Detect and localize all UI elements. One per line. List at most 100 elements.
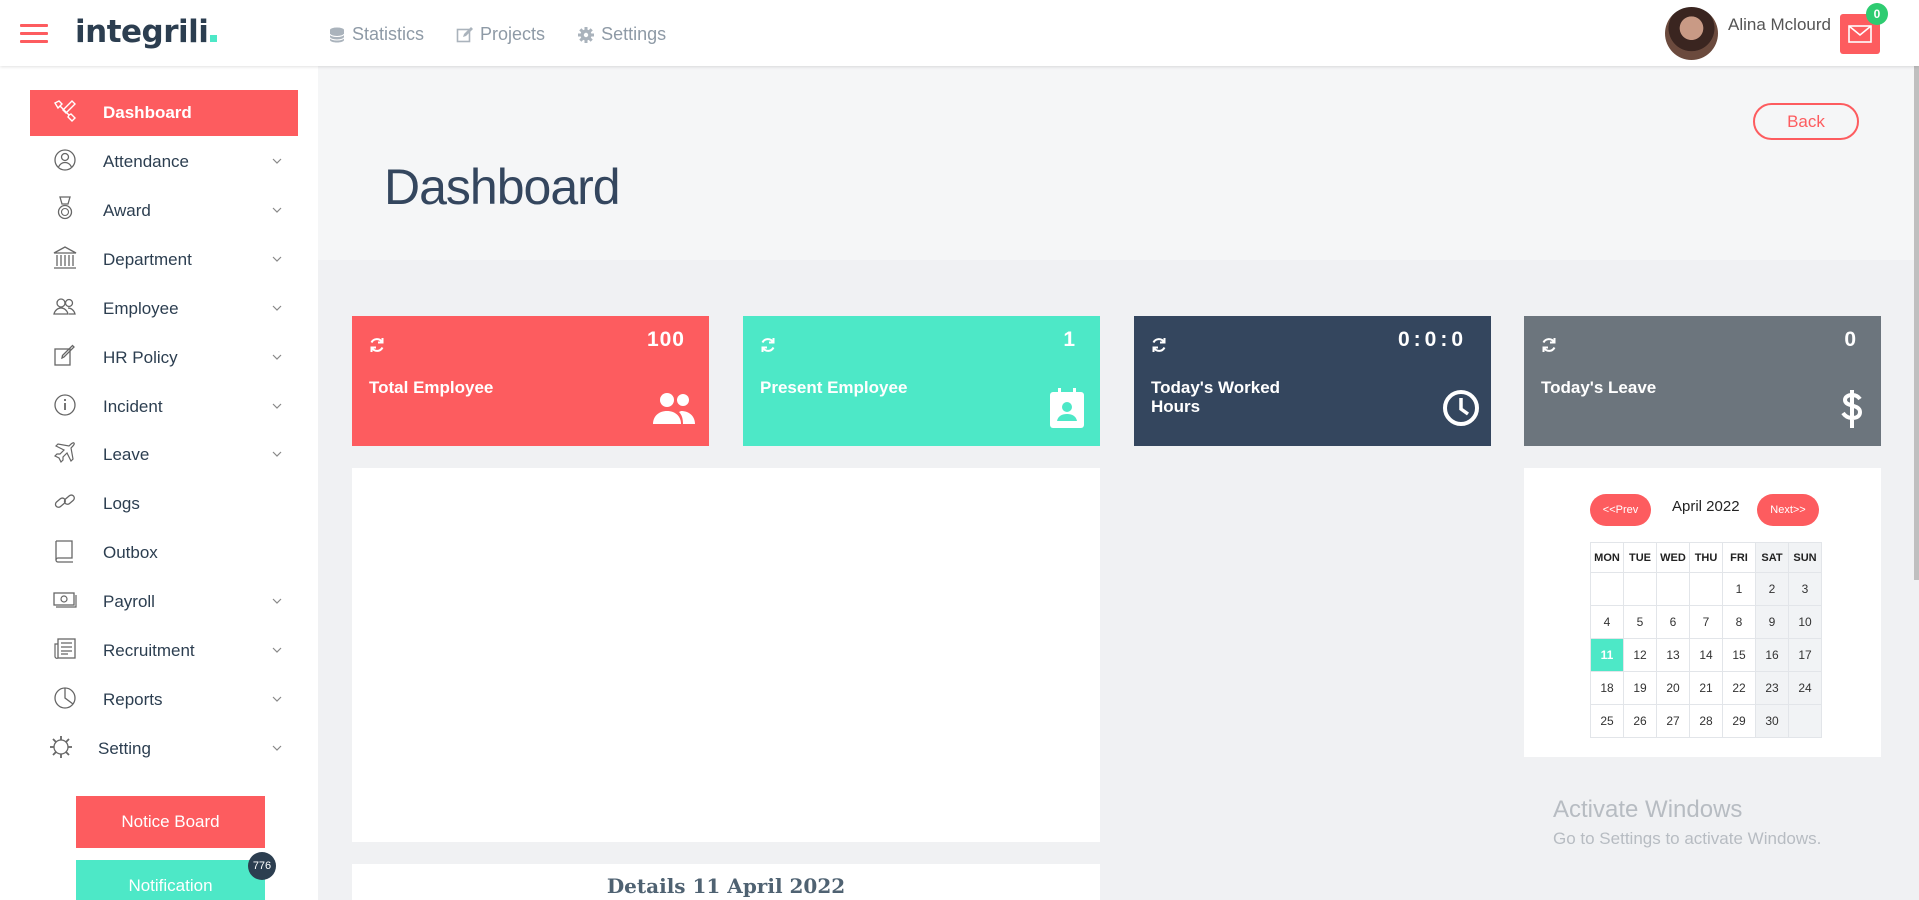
calendar-day[interactable]: 2 bbox=[1755, 572, 1789, 606]
page-title: Dashboard bbox=[384, 159, 621, 215]
calendar-day[interactable]: 18 bbox=[1590, 671, 1624, 705]
calendar-day[interactable]: 12 bbox=[1623, 638, 1657, 672]
mail-count-badge: 0 bbox=[1866, 3, 1888, 25]
refresh-icon[interactable] bbox=[1540, 336, 1558, 354]
user-profile[interactable]: Alina Mclourd bbox=[1665, 7, 1831, 60]
calendar-day[interactable]: 6 bbox=[1656, 605, 1690, 639]
sidebar-item-employee[interactable]: Employee bbox=[30, 286, 298, 332]
calendar-day[interactable]: 5 bbox=[1623, 605, 1657, 639]
topnav-statistics[interactable]: Statistics bbox=[328, 24, 424, 45]
calendar-day[interactable]: 3 bbox=[1788, 572, 1822, 606]
dollar-icon bbox=[1841, 390, 1863, 428]
sidebar-item-award[interactable]: Award bbox=[30, 188, 298, 234]
plane-icon bbox=[53, 442, 75, 464]
hamburger-menu-icon[interactable] bbox=[20, 24, 48, 44]
calendar-day[interactable]: 22 bbox=[1722, 671, 1756, 705]
calendar-day[interactable]: 7 bbox=[1689, 605, 1723, 639]
weekday-header: FRI bbox=[1722, 542, 1756, 573]
stat-label: Present Employee bbox=[760, 378, 908, 397]
calendar-day bbox=[1590, 572, 1624, 606]
avatar[interactable] bbox=[1665, 7, 1718, 60]
calendar-day[interactable]: 9 bbox=[1755, 605, 1789, 639]
calendar-day[interactable]: 21 bbox=[1689, 671, 1723, 705]
calendar-day[interactable]: 27 bbox=[1656, 704, 1690, 738]
envelope-icon bbox=[1848, 25, 1872, 43]
refresh-icon[interactable] bbox=[759, 336, 777, 354]
calendar-day[interactable]: 17 bbox=[1788, 638, 1822, 672]
chevron-down-icon bbox=[272, 354, 282, 360]
sidebar-item-department[interactable]: Department bbox=[30, 237, 298, 283]
sidebar-item-dashboard[interactable]: Dashboard bbox=[30, 90, 298, 136]
sidebar-item-outbox[interactable]: Outbox bbox=[30, 530, 298, 576]
calendar-day[interactable]: 25 bbox=[1590, 704, 1624, 738]
topnav-settings[interactable]: Settings bbox=[577, 24, 666, 45]
sidebar: Dashboard Attendance Award Department Em… bbox=[0, 66, 318, 900]
sidebar-item-label: Employee bbox=[103, 299, 179, 318]
notification-count-badge: 776 bbox=[248, 852, 276, 880]
refresh-icon[interactable] bbox=[1150, 336, 1168, 354]
calendar-day[interactable]: 19 bbox=[1623, 671, 1657, 705]
calendar-day bbox=[1623, 572, 1657, 606]
calendar-day[interactable]: 15 bbox=[1722, 638, 1756, 672]
calendar-day[interactable]: 20 bbox=[1656, 671, 1690, 705]
back-button[interactable]: Back bbox=[1753, 103, 1859, 140]
book-icon bbox=[55, 540, 73, 563]
stat-card-worked-hours[interactable]: 0:0:0 Today's Worked Hours bbox=[1134, 316, 1491, 446]
calendar-day[interactable]: 13 bbox=[1656, 638, 1690, 672]
topnav-projects[interactable]: Projects bbox=[456, 24, 545, 45]
app-logo[interactable]: integrili bbox=[75, 14, 218, 50]
sidebar-item-leave[interactable]: Leave bbox=[30, 432, 298, 478]
sidebar-item-hr-policy[interactable]: HR Policy bbox=[30, 335, 298, 381]
notification-button[interactable]: Notification bbox=[76, 860, 265, 900]
users-icon bbox=[53, 298, 76, 315]
sidebar-item-recruitment[interactable]: Recruitment bbox=[30, 628, 298, 674]
calendar-day[interactable]: 10 bbox=[1788, 605, 1822, 639]
stat-card-todays-leave[interactable]: 0 Today's Leave bbox=[1524, 316, 1881, 446]
calendar-day[interactable]: 23 bbox=[1755, 671, 1789, 705]
calendar-day-today[interactable]: 11 bbox=[1590, 638, 1624, 672]
chevron-down-icon bbox=[272, 207, 282, 213]
weekday-header: THU bbox=[1689, 542, 1723, 573]
chart-panel bbox=[352, 468, 1100, 842]
calendar-day[interactable]: 8 bbox=[1722, 605, 1756, 639]
sidebar-item-setting[interactable]: Setting bbox=[30, 726, 298, 772]
newspaper-icon bbox=[54, 638, 76, 659]
calendar-day[interactable]: 14 bbox=[1689, 638, 1723, 672]
chevron-down-icon bbox=[272, 256, 282, 262]
link-icon bbox=[54, 494, 75, 508]
calendar-day[interactable]: 29 bbox=[1722, 704, 1756, 738]
calendar-day bbox=[1788, 704, 1822, 738]
sidebar-item-label: Setting bbox=[98, 739, 151, 758]
weekday-header: SAT bbox=[1755, 542, 1789, 573]
refresh-icon[interactable] bbox=[368, 336, 386, 354]
sidebar-item-incident[interactable]: Incident bbox=[30, 384, 298, 430]
calendar-day[interactable]: 28 bbox=[1689, 704, 1723, 738]
sidebar-item-label: Incident bbox=[103, 397, 163, 416]
calendar-day[interactable]: 1 bbox=[1722, 572, 1756, 606]
info-icon bbox=[54, 394, 76, 416]
sidebar-item-label: Department bbox=[103, 250, 192, 269]
calendar-day[interactable]: 30 bbox=[1755, 704, 1789, 738]
sidebar-item-attendance[interactable]: Attendance bbox=[30, 139, 298, 185]
page-scrollbar[interactable] bbox=[1914, 66, 1919, 580]
calendar-day[interactable]: 26 bbox=[1623, 704, 1657, 738]
sidebar-item-label: Outbox bbox=[103, 543, 158, 562]
sidebar-item-label: Payroll bbox=[103, 592, 155, 611]
sidebar-item-reports[interactable]: Reports bbox=[30, 677, 298, 723]
chevron-down-icon bbox=[272, 403, 282, 409]
sidebar-item-logs[interactable]: Logs bbox=[30, 481, 298, 527]
notice-board-button[interactable]: Notice Board bbox=[76, 796, 265, 848]
sidebar-item-label: Reports bbox=[103, 690, 163, 709]
tools-icon bbox=[54, 100, 76, 122]
calendar-day[interactable]: 16 bbox=[1755, 638, 1789, 672]
stat-value: 0:0:0 bbox=[1397, 328, 1467, 351]
calendar-next-button[interactable]: Next>> bbox=[1757, 494, 1819, 526]
stat-card-total-employee[interactable]: 100 Total Employee bbox=[352, 316, 709, 446]
calendar-day[interactable]: 24 bbox=[1788, 671, 1822, 705]
sidebar-item-payroll[interactable]: Payroll bbox=[30, 579, 298, 625]
stat-value: 0 bbox=[1844, 328, 1857, 351]
calendar-day[interactable]: 4 bbox=[1590, 605, 1624, 639]
calendar-grid: MON TUE WED THU FRI SAT SUN 1 2 3 4 5 6 … bbox=[1590, 542, 1822, 738]
stat-card-present-employee[interactable]: 1 Present Employee bbox=[743, 316, 1100, 446]
calendar-prev-button[interactable]: <<Prev bbox=[1590, 494, 1651, 526]
